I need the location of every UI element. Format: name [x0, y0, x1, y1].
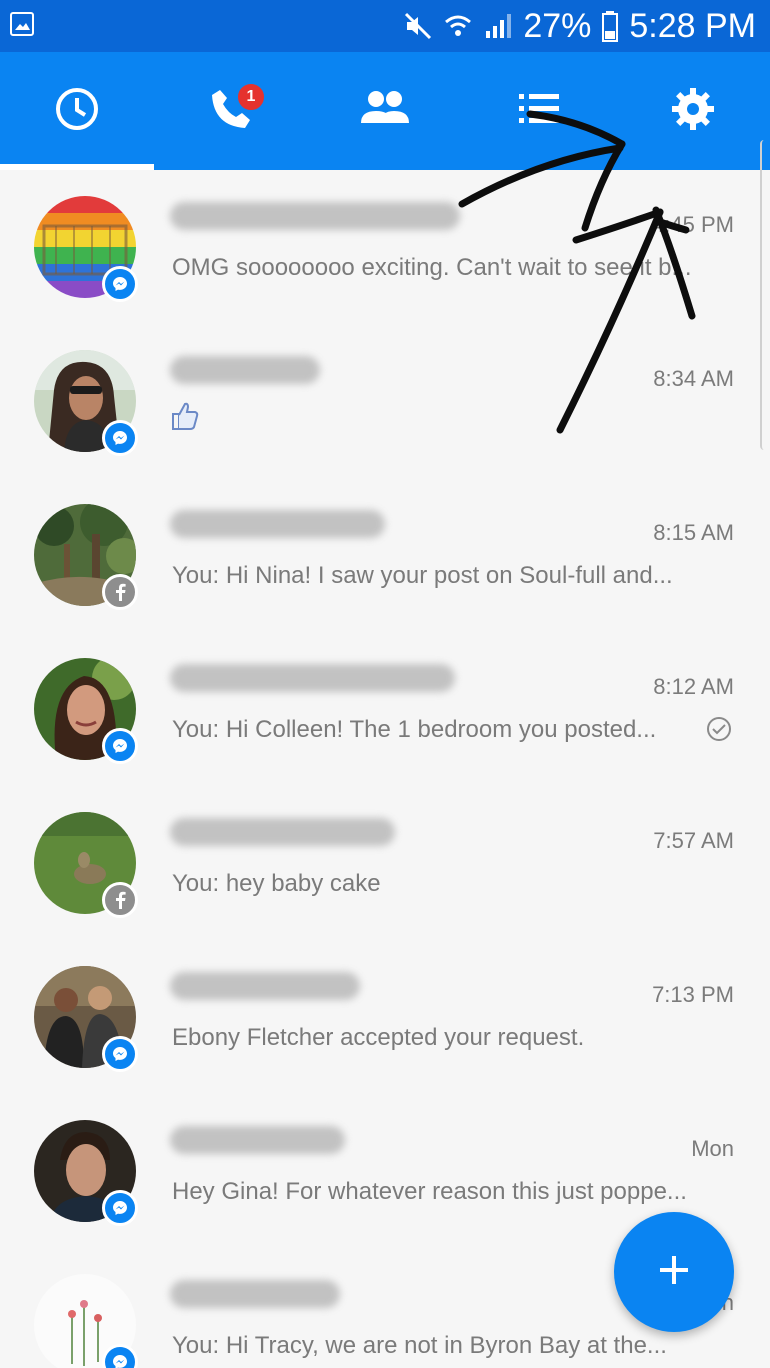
messenger-badge-icon	[102, 1036, 138, 1072]
clock-icon	[54, 86, 100, 137]
conversation-row[interactable]: 7:57 AM You: hey baby cake	[0, 786, 770, 940]
contact-name-redacted	[170, 818, 600, 852]
image-icon	[10, 12, 34, 36]
people-icon	[359, 89, 411, 134]
battery-icon	[601, 10, 619, 42]
message-time: 8:15 AM	[653, 520, 734, 545]
tab-bar: 1	[0, 52, 770, 170]
messenger-badge-icon	[102, 420, 138, 456]
contact-name-redacted	[170, 972, 600, 1006]
messenger-badge-icon	[102, 1344, 138, 1368]
message-preview: You: Hi Tracy, we are not in Byron Bay a…	[172, 1332, 667, 1359]
message-time: Mon	[691, 1136, 734, 1161]
signal-icon	[483, 11, 513, 41]
conversation-row[interactable]: 8:15 AM You: Hi Nina! I saw your post on…	[0, 478, 770, 632]
tab-settings[interactable]	[616, 52, 770, 170]
facebook-badge-icon	[102, 882, 138, 918]
mute-icon	[403, 11, 433, 41]
message-preview: You: hey baby cake	[172, 870, 381, 897]
missed-calls-badge: 1	[236, 82, 266, 112]
message-time: 7:57 AM	[653, 828, 734, 853]
clock-time: 5:28 PM	[629, 6, 756, 45]
facebook-badge-icon	[102, 574, 138, 610]
conversation-row[interactable]: 7:13 PM Ebony Fletcher accepted your req…	[0, 940, 770, 1094]
tab-groups[interactable]	[462, 52, 616, 170]
message-preview: OMG soooooooo exciting. Can't wait to se…	[172, 254, 692, 281]
conversation-row[interactable]: 4:45 PM OMG soooooooo exciting. Can't wa…	[0, 170, 770, 324]
gear-icon	[670, 86, 716, 137]
wifi-icon	[443, 11, 473, 41]
messenger-badge-icon	[102, 266, 138, 302]
message-preview: Hey Gina! For whatever reason this just …	[172, 1178, 687, 1205]
message-preview: You: Hi Colleen! The 1 bedroom you poste…	[172, 716, 657, 743]
tab-recent[interactable]	[0, 52, 154, 170]
conversation-row[interactable]: 8:34 AM	[0, 324, 770, 478]
message-time: 8:34 AM	[653, 366, 734, 391]
battery-text: 27%	[523, 6, 592, 45]
contact-name-redacted	[170, 510, 600, 544]
new-message-button[interactable]	[614, 1212, 734, 1332]
contact-name-redacted	[170, 1126, 600, 1160]
contact-name-redacted	[170, 356, 600, 390]
contact-name-redacted	[170, 1280, 600, 1314]
contact-name-redacted	[170, 202, 600, 236]
messenger-badge-icon	[102, 728, 138, 764]
plus-icon	[656, 1252, 692, 1293]
message-preview: You: Hi Nina! I saw your post on Soul-fu…	[172, 562, 673, 589]
messenger-badge-icon	[102, 1190, 138, 1226]
message-time: 4:45 PM	[652, 212, 734, 237]
tab-people[interactable]	[308, 52, 462, 170]
message-preview: Ebony Fletcher accepted your request.	[172, 1024, 585, 1051]
message-time: 7:13 PM	[652, 982, 734, 1007]
tab-calls[interactable]: 1	[154, 52, 308, 170]
list-icon	[517, 91, 561, 132]
contact-name-redacted	[170, 664, 600, 698]
scroll-edge	[760, 140, 770, 450]
thumbs-up-icon	[170, 400, 200, 437]
conversation-row[interactable]: 8:12 AM You: Hi Colleen! The 1 bedroom y…	[0, 632, 770, 786]
delivered-check-icon	[706, 716, 732, 742]
message-time: 8:12 AM	[653, 674, 734, 699]
status-bar: 27% 5:28 PM	[0, 0, 770, 52]
conversation-list[interactable]: 4:45 PM OMG soooooooo exciting. Can't wa…	[0, 170, 770, 1368]
